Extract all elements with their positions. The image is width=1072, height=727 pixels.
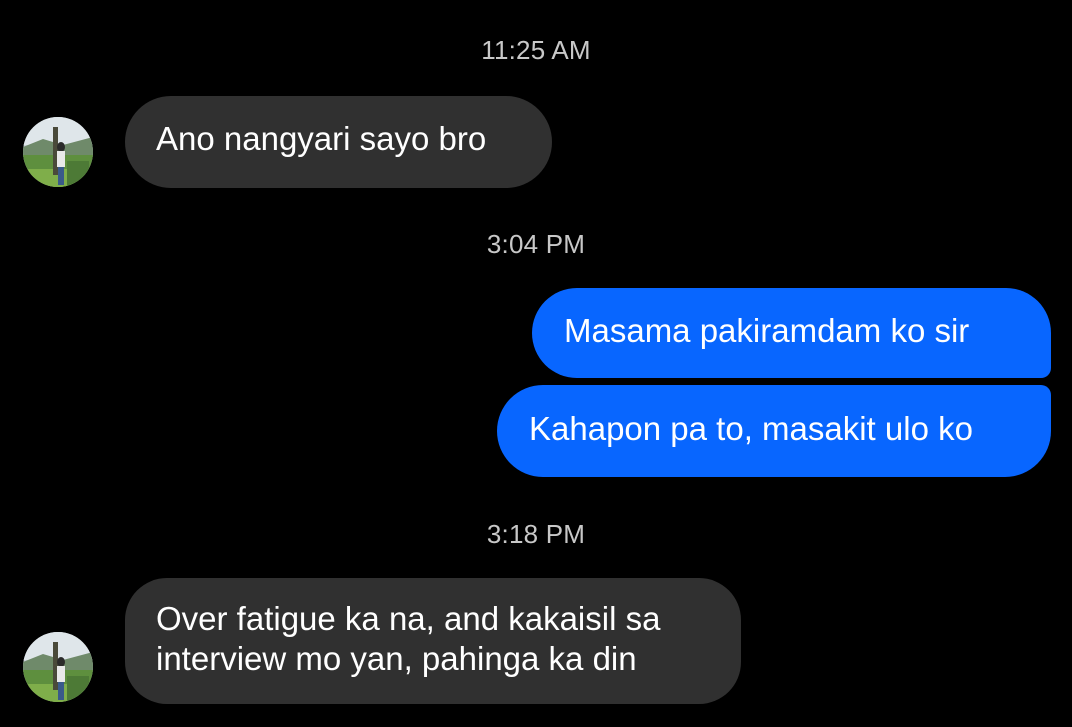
message-text-line: interview mo yan, pahinga ka din xyxy=(156,640,637,677)
message-text-line: Over fatigue ka na, and kakaisil sa xyxy=(156,600,661,637)
message-text: Masama pakiramdam ko sir xyxy=(564,312,970,349)
message-text: Kahapon pa to, masakit ulo ko xyxy=(529,410,973,447)
message-bubble-outgoing[interactable]: Masama pakiramdam ko sir xyxy=(532,288,1051,378)
contact-avatar[interactable] xyxy=(23,632,93,702)
timestamp: 3:18 PM xyxy=(486,519,586,549)
contact-avatar[interactable] xyxy=(23,117,93,187)
avatar-photo-icon xyxy=(23,632,93,702)
message-text: Ano nangyari sayo bro xyxy=(156,120,487,157)
timestamp: 11:25 AM xyxy=(481,35,591,65)
message-bubble-incoming[interactable]: Ano nangyari sayo bro xyxy=(125,96,552,188)
message-bubble-incoming[interactable]: Over fatigue ka na, and kakaisil sa inte… xyxy=(125,578,741,704)
timestamp: 3:04 PM xyxy=(486,229,586,259)
message-bubble-outgoing[interactable]: Kahapon pa to, masakit ulo ko xyxy=(497,385,1051,477)
avatar-photo-icon xyxy=(23,117,93,187)
